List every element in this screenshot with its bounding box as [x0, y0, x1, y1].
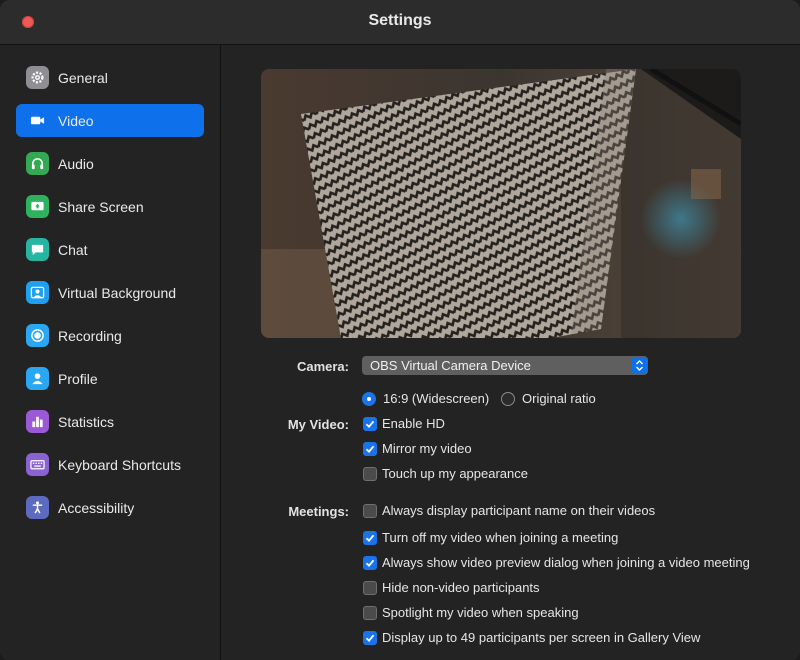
- enable-hd-checkbox[interactable]: Enable HD: [363, 416, 445, 431]
- display-participant-name-checkbox[interactable]: Always display participant name on their…: [363, 503, 655, 518]
- radio-label: 16:9 (Widescreen): [383, 391, 490, 406]
- share-screen-icon: [26, 195, 49, 218]
- radio-label: Original ratio: [522, 391, 596, 406]
- scrollbar[interactable]: [789, 45, 800, 605]
- sidebar-item-general[interactable]: General: [16, 61, 204, 94]
- checkbox[interactable]: [363, 605, 377, 620]
- checkbox-label: Always display participant name on their…: [382, 503, 656, 518]
- checkbox[interactable]: [363, 416, 377, 431]
- sidebar-item-label: Audio: [58, 155, 94, 172]
- person-icon: [26, 367, 49, 390]
- sidebar-item-label: Recording: [58, 327, 122, 344]
- camera-select[interactable]: OBS Virtual Camera Device: [362, 356, 648, 375]
- mirror-video-checkbox[interactable]: Mirror my video: [363, 441, 472, 456]
- sidebar-item-label: Video: [58, 112, 94, 129]
- portrait-icon: [26, 281, 49, 304]
- checkbox-label: Display up to 49 participants per screen…: [382, 630, 701, 645]
- record-icon: [26, 324, 49, 347]
- video-preview: [261, 69, 741, 338]
- sidebar-item-audio[interactable]: Audio: [16, 147, 204, 180]
- video-preview-dialog-checkbox[interactable]: Always show video preview dialog when jo…: [363, 555, 750, 570]
- title-bar: Settings: [0, 0, 800, 45]
- checkbox-label: Hide non-video participants: [382, 580, 540, 595]
- sidebar-item-statistics[interactable]: Statistics: [16, 405, 204, 438]
- sidebar-item-profile[interactable]: Profile: [16, 362, 204, 395]
- checkbox[interactable]: [363, 630, 377, 645]
- headphones-icon: [26, 152, 49, 175]
- sidebar-item-video[interactable]: Video: [16, 104, 204, 137]
- sidebar: General Video Audio Share Screen Chat Vi…: [0, 45, 221, 660]
- radio-button[interactable]: [501, 391, 515, 406]
- checkbox-label: Spotlight my video when speaking: [382, 605, 579, 620]
- checkbox[interactable]: [363, 466, 377, 481]
- sidebar-item-label: Chat: [58, 241, 88, 258]
- sidebar-item-virtual-background[interactable]: Virtual Background: [16, 276, 204, 309]
- sidebar-item-label: Accessibility: [58, 499, 135, 516]
- checkbox-label: Turn off my video when joining a meeting: [382, 530, 619, 545]
- ratio-original-radio[interactable]: Original ratio: [501, 391, 596, 406]
- meetings-label: Meetings:: [288, 504, 349, 519]
- sidebar-item-recording[interactable]: Recording: [16, 319, 204, 352]
- checkbox[interactable]: [363, 580, 377, 595]
- sidebar-item-keyboard-shortcuts[interactable]: Keyboard Shortcuts: [16, 448, 204, 481]
- window-title: Settings: [368, 12, 432, 29]
- checkbox-label: Always show video preview dialog when jo…: [382, 555, 750, 570]
- radio-button[interactable]: [362, 391, 376, 406]
- checkbox[interactable]: [363, 555, 377, 570]
- checkbox-label: Enable HD: [382, 416, 445, 431]
- checkbox[interactable]: [363, 503, 377, 518]
- checkbox-label: Touch up my appearance: [382, 466, 528, 481]
- camera-label: Camera:: [296, 359, 349, 374]
- sidebar-item-chat[interactable]: Chat: [16, 233, 204, 266]
- sidebar-item-label: General: [58, 69, 108, 86]
- chat-bubble-icon: [26, 238, 49, 261]
- hide-non-video-checkbox[interactable]: Hide non-video participants: [363, 580, 540, 595]
- gallery-49-checkbox[interactable]: Display up to 49 participants per screen…: [363, 630, 700, 645]
- accessibility-icon: [26, 496, 49, 519]
- sidebar-item-label: Virtual Background: [58, 284, 177, 301]
- checkbox[interactable]: [363, 530, 377, 545]
- video-settings-panel: Camera: OBS Virtual Camera Device 16:9 (…: [221, 45, 800, 660]
- checkbox[interactable]: [363, 441, 377, 456]
- camera-select-value: OBS Virtual Camera Device: [370, 358, 531, 373]
- ratio-widescreen-radio[interactable]: 16:9 (Widescreen): [362, 391, 489, 406]
- sidebar-item-label: Keyboard Shortcuts: [58, 456, 181, 473]
- my-video-label: My Video:: [287, 417, 349, 432]
- sidebar-item-accessibility[interactable]: Accessibility: [16, 491, 204, 524]
- turn-off-video-checkbox[interactable]: Turn off my video when joining a meeting: [363, 530, 618, 545]
- bar-chart-icon: [26, 410, 49, 433]
- sidebar-item-share-screen[interactable]: Share Screen: [16, 190, 204, 223]
- sidebar-item-label: Statistics: [58, 413, 115, 430]
- settings-window: Settings General Video Audio Share Scree…: [0, 0, 800, 660]
- touch-up-appearance-checkbox[interactable]: Touch up my appearance: [363, 466, 528, 481]
- chevron-up-down-icon: [632, 357, 647, 374]
- video-camera-icon: [26, 109, 49, 132]
- sidebar-item-label: Profile: [58, 370, 98, 387]
- spotlight-video-checkbox[interactable]: Spotlight my video when speaking: [363, 605, 579, 620]
- gear-icon: [26, 66, 49, 89]
- keyboard-icon: [26, 453, 49, 476]
- checkbox-label: Mirror my video: [382, 441, 472, 456]
- sidebar-item-label: Share Screen: [58, 198, 144, 215]
